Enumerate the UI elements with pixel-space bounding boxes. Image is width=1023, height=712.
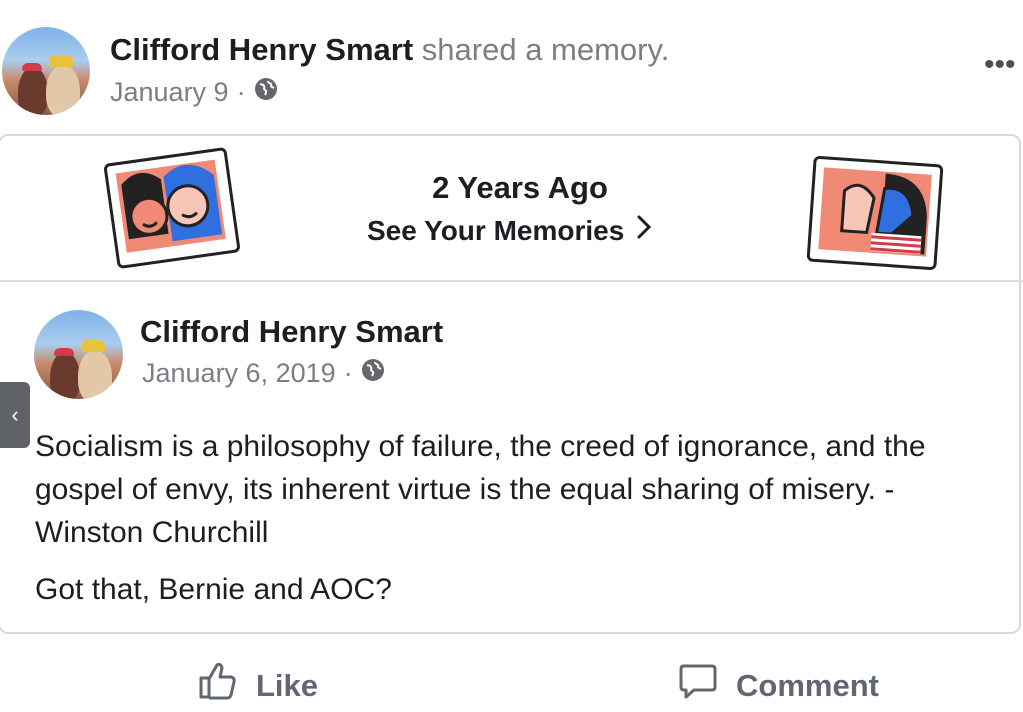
- author-avatar[interactable]: [2, 27, 90, 115]
- post-paragraph: Got that, Bernie and AOC?: [35, 573, 392, 606]
- author-name-link[interactable]: Clifford Henry Smart: [110, 32, 413, 67]
- side-collapse-tab[interactable]: ‹: [0, 382, 30, 448]
- memories-illustration-left: [103, 146, 241, 270]
- post-body: Socialism is a philosophy of failure, th…: [35, 425, 1010, 625]
- more-options-button[interactable]: •••: [984, 50, 1016, 80]
- post-meta: January 6, 2019 ·: [142, 355, 385, 391]
- like-label: Like: [256, 668, 319, 703]
- comment-label: Comment: [736, 668, 879, 703]
- like-button[interactable]: Like: [198, 660, 318, 712]
- memory-divider: [0, 280, 1023, 282]
- comment-bubble-icon: [678, 660, 718, 712]
- post-paragraph: Socialism is a philosophy of failure, th…: [35, 430, 926, 549]
- post-author-avatar[interactable]: [34, 310, 123, 399]
- more-dots-icon: •••: [984, 48, 1016, 81]
- post-timestamp[interactable]: January 9: [110, 74, 229, 110]
- shared-memory-label: shared a memory.: [421, 32, 670, 67]
- header-title: Clifford Henry Smart shared a memory.: [110, 30, 669, 70]
- header-meta: January 9 ·: [110, 74, 278, 110]
- comment-button[interactable]: Comment: [678, 660, 879, 712]
- see-your-memories-link[interactable]: See Your Memories: [367, 212, 652, 250]
- post-date[interactable]: January 6, 2019: [142, 355, 336, 391]
- chevron-right-icon: [636, 212, 652, 250]
- see-your-memories-label: See Your Memories: [367, 215, 625, 246]
- meta-separator: ·: [236, 77, 246, 107]
- thumbs-up-icon: [198, 660, 238, 712]
- globe-icon[interactable]: [361, 355, 385, 391]
- post-author-name[interactable]: Clifford Henry Smart: [140, 312, 443, 352]
- chevron-left-icon: ‹: [11, 402, 19, 427]
- memory-title: 2 Years Ago: [432, 170, 608, 205]
- meta-separator: ·: [343, 358, 353, 388]
- globe-icon[interactable]: [254, 74, 278, 110]
